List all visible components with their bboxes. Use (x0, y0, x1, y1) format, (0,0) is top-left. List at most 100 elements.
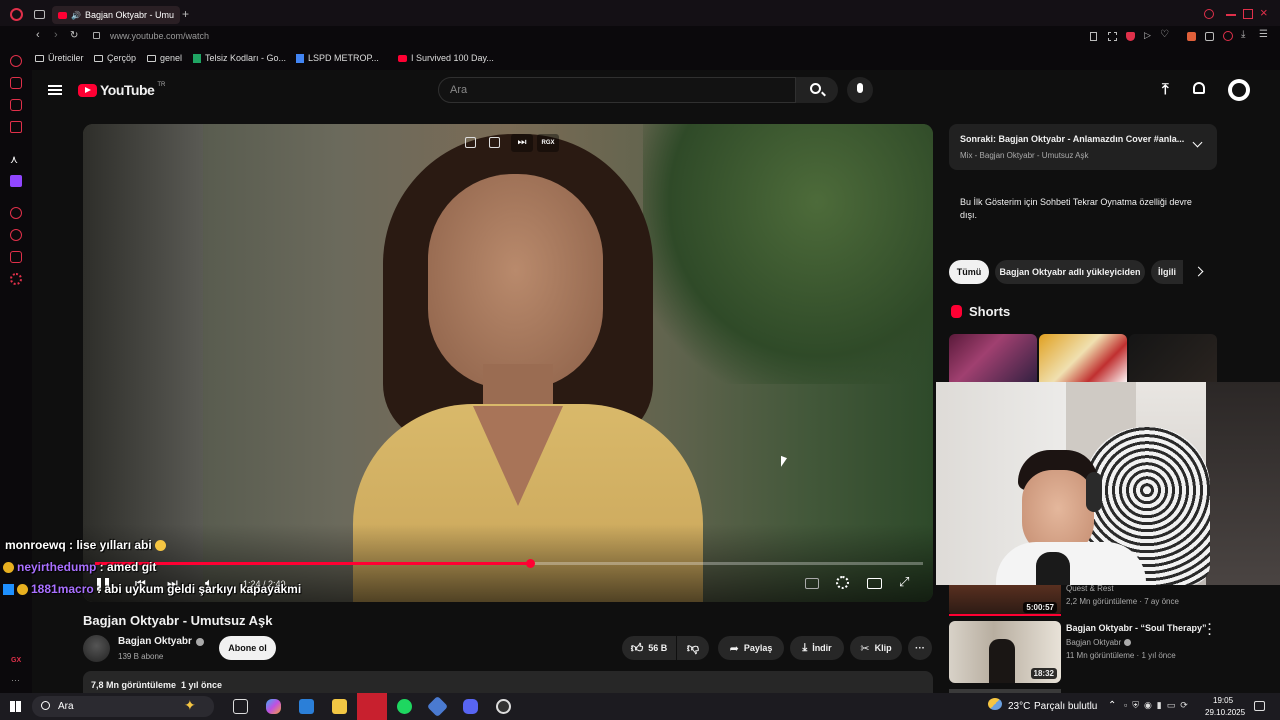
notifications-bell-icon[interactable] (1193, 82, 1205, 94)
opera-gx-taskbar-icon[interactable] (357, 693, 387, 720)
menu-hamburger-icon[interactable] (48, 85, 62, 95)
search-input[interactable]: Ara (438, 77, 796, 103)
tiktok-icon[interactable]: ⋏ (10, 153, 22, 166)
video-thumbnail[interactable]: 18:32 (949, 621, 1061, 683)
bookmark-folder-genel[interactable]: genel (147, 53, 182, 63)
fullscreen-icon[interactable]: ⤢ (899, 574, 909, 590)
bookmark-telsiz[interactable]: Telsiz Kodları - Go... (193, 53, 286, 63)
extensions-puzzle-icon[interactable] (1205, 32, 1214, 41)
chip-uploader[interactable]: Bagjan Oktyabr adlı yükleyiciden (995, 260, 1145, 284)
bookmark-lspd[interactable]: LSPD METROP... (296, 53, 379, 63)
player-icon[interactable]: ▷ (1144, 30, 1151, 41)
subtitles-icon[interactable] (805, 578, 819, 589)
theater-mode-icon[interactable] (867, 578, 882, 589)
extension-icon[interactable] (1187, 32, 1196, 41)
heart-icon[interactable]: ♡ (1160, 29, 1169, 40)
more-actions-icon[interactable]: · · · (1208, 620, 1212, 641)
file-explorer-icon[interactable] (332, 699, 347, 714)
forward-icon[interactable]: › (54, 29, 58, 41)
search-button[interactable] (796, 77, 838, 103)
rgx-label[interactable]: RGX (537, 134, 559, 152)
gx-label[interactable]: GX (11, 657, 21, 664)
new-tab-button[interactable]: + (182, 7, 189, 21)
search-tabs-icon[interactable] (1204, 9, 1214, 19)
tray-chevron-up-icon[interactable]: ⌃ (1108, 700, 1116, 711)
video-thumbnail[interactable]: 5:00:57 (949, 584, 1061, 616)
task-view-icon[interactable] (233, 699, 248, 714)
channel-avatar[interactable] (83, 635, 110, 662)
youtube-logo[interactable]: YouTube TR (78, 82, 165, 98)
vpn-icon[interactable] (1126, 32, 1135, 41)
bookmark-folder-cercop[interactable]: Çerçöp (94, 53, 136, 63)
video-player[interactable]: ⏭ RGX ⏮ ⏭ 🔈︎ 1:24 / 2:40 ⤢ (83, 124, 933, 602)
app-icon[interactable] (426, 695, 449, 718)
more-actions-button[interactable]: ··· (908, 636, 932, 660)
channel-name[interactable]: Bagjan Oktyabr (118, 636, 204, 647)
clip-button[interactable]: ✂ Klip (850, 636, 902, 660)
bookmark-folder-ureticiler[interactable]: Üreticiler (35, 53, 84, 63)
short-thumbnail[interactable] (949, 334, 1037, 384)
discord-icon[interactable] (463, 699, 478, 714)
notification-center-icon[interactable] (1254, 701, 1265, 711)
progress-scrubber[interactable] (525, 559, 535, 568)
progress-bar[interactable] (95, 559, 923, 568)
chip-related[interactable]: İlgili (1151, 260, 1183, 284)
player-icon[interactable] (10, 207, 22, 219)
download-icon[interactable]: ⤓ (1241, 29, 1245, 40)
chat-icon[interactable] (10, 77, 22, 89)
like-button[interactable]: 👍︎ 56 B (622, 636, 676, 660)
upload-icon[interactable]: ⤒ (1162, 81, 1169, 98)
easy-setup-icon[interactable]: ☰ (1259, 29, 1268, 40)
obs-icon[interactable] (496, 699, 511, 714)
back-icon[interactable]: ‹ (36, 29, 40, 41)
audio-playing-icon[interactable]: 🔊 (71, 11, 81, 20)
opera-logo-icon[interactable] (10, 8, 23, 21)
reload-icon[interactable]: ↻ (70, 30, 78, 41)
bookmark-survived[interactable]: I Survived 100 Day... (398, 53, 494, 63)
maximize-button[interactable] (1243, 9, 1253, 19)
settings-gear-icon[interactable] (10, 273, 22, 285)
store-icon[interactable] (299, 699, 314, 714)
close-button[interactable]: × (1260, 5, 1268, 20)
minimize-button[interactable] (1226, 14, 1236, 16)
copilot-icon[interactable] (266, 699, 281, 714)
avatar[interactable] (1228, 79, 1250, 101)
history-icon[interactable] (10, 229, 22, 241)
subscribe-button[interactable]: Abone ol (219, 636, 276, 660)
windows-start-icon[interactable] (10, 701, 21, 712)
twitch-icon[interactable] (10, 175, 22, 187)
tray-icons[interactable]: ▫⛨◉▮▭⟳ (1124, 700, 1193, 711)
chevron-down-icon[interactable] (1192, 137, 1203, 148)
more-icon[interactable]: ··· (11, 675, 20, 685)
chip-all[interactable]: Tümü (949, 260, 989, 284)
extensions-icon[interactable] (10, 251, 22, 263)
popout-icon[interactable] (465, 137, 476, 148)
voice-search-button[interactable] (847, 77, 873, 103)
video-title[interactable]: Bagjan Oktyabr - “Soul Therapy” (1066, 623, 1207, 633)
skip-forward-icon[interactable]: ⏭ (511, 134, 533, 152)
bookmark-icon[interactable] (1090, 32, 1097, 41)
share-button[interactable]: ➦ Paylaş (718, 636, 784, 660)
tab-youtube[interactable]: 🔊 Bagjan Oktyabr - Umu (52, 6, 180, 24)
video-channel[interactable]: Quest & Rest (1066, 584, 1114, 593)
screenshot-icon[interactable] (1108, 32, 1117, 41)
description-box[interactable]: 7,8 Mn görüntüleme 1 yıl önce (83, 671, 933, 693)
weather-icon[interactable] (988, 698, 1002, 710)
clock-date[interactable]: 29.10.2025 (1205, 708, 1245, 717)
url-field[interactable]: www.youtube.com/watch (110, 31, 209, 41)
messenger-icon[interactable] (10, 99, 22, 111)
dislike-button[interactable]: 👎︎ (677, 636, 709, 660)
weather-text[interactable]: Parçalı bulutlu (1034, 701, 1097, 712)
chevron-right-icon[interactable] (1193, 266, 1204, 277)
video-channel[interactable]: Bagjan Oktyabr (1066, 638, 1132, 647)
download-button[interactable]: ⤓ İndir (790, 636, 844, 660)
tab-list-icon[interactable] (34, 10, 45, 19)
short-thumbnail[interactable] (1039, 334, 1127, 384)
clock-time[interactable]: 19:05 (1213, 696, 1233, 705)
up-next-card[interactable]: Sonraki: Bagjan Oktyabr - Anlamazdın Cov… (949, 124, 1217, 170)
weather-temp[interactable]: 23°C (1008, 701, 1030, 712)
short-thumbnail[interactable] (1129, 334, 1217, 384)
exit-icon[interactable] (489, 137, 500, 148)
news-icon[interactable] (10, 121, 22, 133)
profile-icon[interactable] (1223, 31, 1233, 41)
